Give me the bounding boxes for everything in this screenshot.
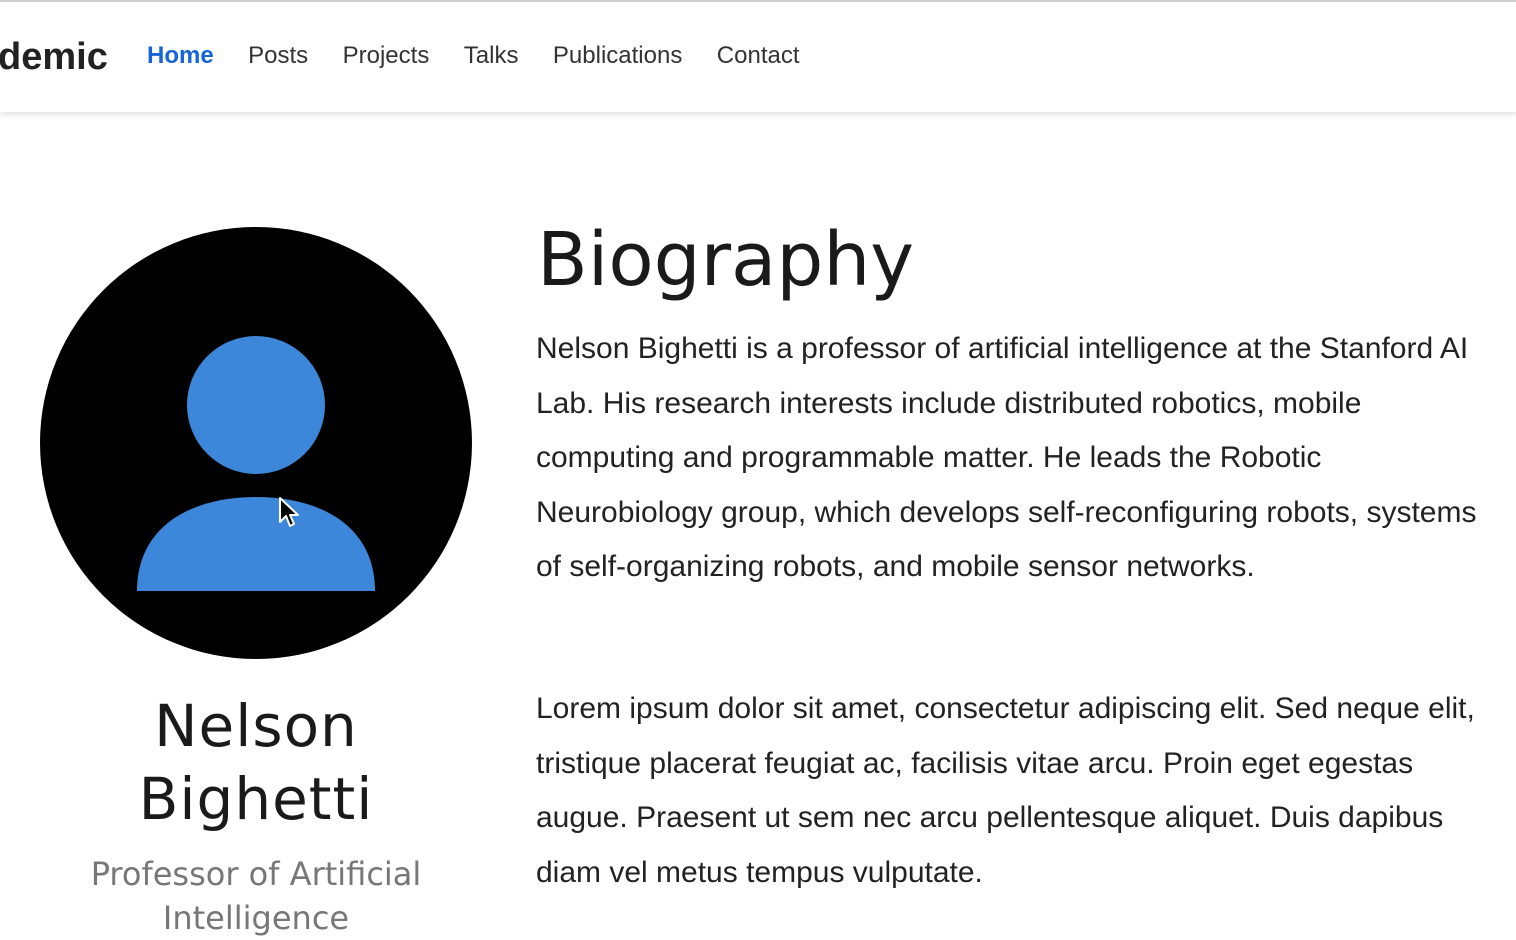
- biography-title: Biography: [537, 217, 915, 303]
- profile-name: Nelson Bighetti: [40, 690, 472, 836]
- biography-paragraph-1: Nelson Bighetti is a professor of artifi…: [536, 332, 1477, 583]
- profile-name-first: Nelson: [154, 692, 358, 760]
- top-navbar: demic Home Posts Projects Talks Publicat…: [0, 0, 1516, 112]
- nav-links: Home Posts Projects Talks Publications C…: [147, 42, 830, 72]
- profile-name-last: Bighetti: [138, 765, 374, 833]
- user-avatar-icon: [137, 336, 375, 591]
- nav-link-home[interactable]: Home: [147, 42, 214, 70]
- biography-paragraph-2: Lorem ipsum dolor sit amet, consectetur …: [536, 692, 1475, 889]
- profile-role: Professor of Artificial Intelligence: [90, 855, 422, 937]
- nav-link-talks[interactable]: Talks: [464, 42, 519, 70]
- mouse-cursor-icon: [279, 497, 299, 527]
- nav-link-projects[interactable]: Projects: [343, 42, 430, 70]
- nav-link-publications[interactable]: Publications: [553, 42, 682, 70]
- nav-link-contact[interactable]: Contact: [717, 42, 800, 70]
- site-brand[interactable]: demic: [0, 36, 108, 79]
- nav-link-posts[interactable]: Posts: [248, 42, 308, 70]
- profile-avatar: [40, 227, 472, 659]
